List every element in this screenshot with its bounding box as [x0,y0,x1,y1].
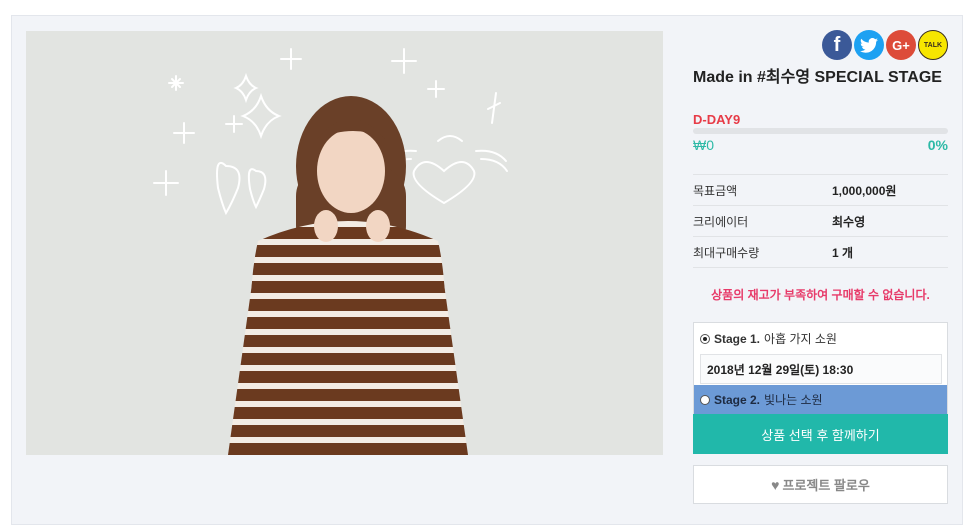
product-info-table: 목표금액 1,000,000원 크리에이터 최수영 최대구매수량 1 개 [693,174,948,268]
info-label: 최대구매수량 [693,245,760,260]
google-plus-icon[interactable]: G+ [886,30,916,60]
info-row-goal: 목표금액 1,000,000원 [693,175,948,206]
kakaotalk-icon[interactable]: TALK [918,30,948,60]
option-list: Stage 1. 아홉 가지 소원 2018년 12월 29일(토) 18:30… [693,322,948,414]
twitter-icon[interactable] [854,30,884,60]
dday-label: D-DAY9 [693,112,741,127]
follow-project-button[interactable]: ♥ 프로젝트 팔로우 [693,465,948,504]
funded-amount: ₩0 [693,137,714,153]
info-label: 목표금액 [693,183,738,198]
facebook-icon[interactable]: f [822,30,852,60]
funded-percent: 0% [927,137,948,153]
option-stage-1[interactable]: Stage 1. 아홉 가지 소원 [694,323,947,354]
info-value: 1 개 [832,245,854,260]
option-date-select[interactable]: 2018년 12월 29일(토) 18:30 [700,354,942,384]
product-photo [26,31,663,455]
option-desc: 아홉 가지 소원 [764,332,837,346]
info-value: 최수영 [832,214,866,229]
stock-notice: 상품의 재고가 부족하여 구매할 수 없습니다. [711,288,930,302]
share-buttons: f G+ TALK [822,30,948,60]
info-label: 크리에이터 [693,214,749,229]
funding-progress-bar [693,128,948,134]
product-image [26,31,663,455]
join-button[interactable]: 상품 선택 후 함께하기 [693,414,948,454]
option-stage-2[interactable]: Stage 2. 빛나는 소원 [694,385,947,414]
follow-label: 프로젝트 팔로우 [782,478,870,493]
heart-icon: ♥ [771,476,780,493]
info-row-creator: 크리에이터 최수영 [693,206,948,237]
option-desc: 빛나는 소원 [764,393,823,407]
radio-selected-icon[interactable] [700,333,710,344]
twitter-bird-glyph [860,37,878,53]
option-name: Stage 2. [714,392,761,407]
product-title: Made in #최수영 SPECIAL STAGE [693,69,942,86]
info-row-max-quantity: 최대구매수량 1 개 [693,237,948,268]
info-value: 1,000,000원 [832,183,897,198]
option-name: Stage 1. [714,331,761,346]
radio-unselected-icon[interactable] [700,394,710,405]
